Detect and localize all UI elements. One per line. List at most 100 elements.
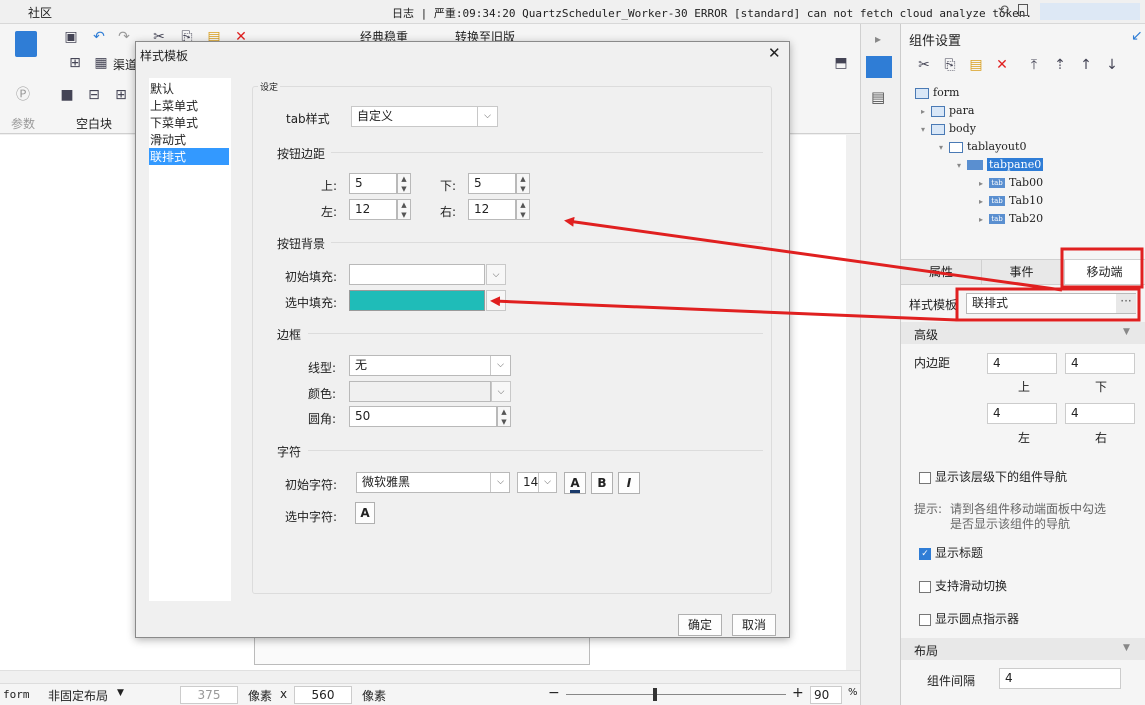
redo-icon[interactable]: ↷: [115, 28, 133, 46]
zoom-input[interactable]: 90: [810, 686, 842, 704]
spacing-input[interactable]: 4: [999, 668, 1121, 689]
app-logo-icon[interactable]: [15, 31, 37, 57]
undo-icon[interactable]: ↶: [90, 28, 108, 46]
tree-node-form[interactable]: form: [915, 84, 959, 101]
ellipsis-icon[interactable]: ···: [1116, 294, 1136, 313]
style-template-field[interactable]: 联排式: [966, 293, 1136, 314]
ok-button[interactable]: 确定: [678, 614, 722, 636]
show-nav-checkbox[interactable]: 显示该层级下的组件导航: [919, 468, 1067, 485]
refresh-icon[interactable]: ⟲: [998, 3, 1009, 18]
param-icon[interactable]: Ⓟ: [14, 86, 32, 104]
expand-arrow-icon[interactable]: ▸: [875, 32, 881, 46]
tree-node-tab10[interactable]: ▸ tab Tab10: [979, 192, 1043, 209]
chevron-down-icon[interactable]: ⌵: [477, 107, 497, 126]
radius-stepper[interactable]: ▲ ▼: [497, 406, 511, 427]
selected-fill-color-input[interactable]: [349, 290, 485, 311]
font-family-select[interactable]: 微软雅黑: [356, 472, 510, 493]
padding-left-input[interactable]: 4: [987, 403, 1057, 424]
chevron-down-icon[interactable]: ⌵: [538, 473, 556, 492]
layout-icon[interactable]: ⊞: [112, 86, 130, 104]
left-margin-stepper[interactable]: ▲ ▼: [397, 199, 411, 220]
padding-bottom-input[interactable]: 4: [1065, 353, 1135, 374]
swipe-checkbox[interactable]: 支持滑动切换: [919, 577, 1007, 594]
canvas-hscroll[interactable]: [0, 670, 860, 683]
channel-label[interactable]: 渠道: [113, 56, 137, 73]
zoom-slider-thumb[interactable]: [653, 688, 657, 701]
layout-mode-select[interactable]: 非固定布局: [48, 687, 108, 704]
tree-node-body[interactable]: ▾ body: [921, 120, 976, 137]
user-avatar[interactable]: [1040, 3, 1140, 20]
font-color-button[interactable]: A: [564, 472, 586, 494]
panel-delete-icon[interactable]: ✕: [993, 56, 1011, 74]
pin-icon[interactable]: ⬒: [832, 54, 850, 72]
collapse-icon[interactable]: ▼: [1123, 327, 1130, 337]
radius-input[interactable]: 50: [349, 406, 497, 427]
table-icon[interactable]: ▦: [92, 54, 110, 72]
top-margin-input[interactable]: 5: [349, 173, 397, 194]
save-icon[interactable]: ▣: [62, 28, 80, 46]
padding-top-input[interactable]: 4: [987, 353, 1057, 374]
tree-node-para[interactable]: ▸ para: [921, 102, 974, 119]
tree-node-tab00[interactable]: ▸ tab Tab00: [979, 174, 1043, 191]
show-title-checkbox[interactable]: ✓ 显示标题: [919, 544, 983, 561]
tab-style-select[interactable]: 自定义: [351, 106, 498, 127]
chevron-down-icon[interactable]: ⌵: [490, 356, 510, 375]
move-up-icon[interactable]: ↑: [1077, 56, 1095, 74]
top-margin-stepper[interactable]: ▲ ▼: [397, 173, 411, 194]
zoom-out-icon[interactable]: −: [548, 685, 560, 701]
width-input[interactable]: 375: [180, 686, 238, 704]
move-down-icon[interactable]: ↓: [1103, 56, 1121, 74]
border-color-input[interactable]: [349, 381, 491, 402]
community-link[interactable]: 社区: [28, 4, 52, 21]
tab-properties[interactable]: 属性: [901, 260, 981, 284]
chevron-down-icon[interactable]: ⌵: [486, 290, 506, 311]
tree-node-tabpane0[interactable]: ▾ tabpane0: [957, 156, 1044, 173]
chevron-down-icon[interactable]: ⌵: [486, 264, 506, 285]
chevron-down-icon[interactable]: ⌵: [491, 381, 511, 402]
move-top-icon[interactable]: ⤒: [1025, 56, 1043, 74]
cancel-button[interactable]: 取消: [732, 614, 776, 636]
bottom-margin-input[interactable]: 5: [468, 173, 516, 194]
height-input[interactable]: 560: [294, 686, 352, 704]
component-settings-tab-icon[interactable]: [866, 56, 892, 78]
zoom-in-icon[interactable]: +: [792, 685, 804, 701]
chevron-down-icon[interactable]: ⌵: [490, 473, 510, 492]
list-item-sliding[interactable]: 滑动式: [150, 131, 186, 148]
pin-panel-icon[interactable]: ↙: [1131, 28, 1143, 44]
tab-events[interactable]: 事件: [981, 260, 1061, 284]
right-margin-input[interactable]: 12: [468, 199, 516, 220]
grid-icon[interactable]: ⊞: [66, 54, 84, 72]
split-icon[interactable]: ⊟: [85, 86, 103, 104]
panel-paste-icon[interactable]: ▤: [967, 56, 985, 74]
layout-panel-icon[interactable]: ▤: [871, 88, 885, 106]
advanced-section-header[interactable]: 高级 ▼: [901, 322, 1145, 344]
tree-node-tab20[interactable]: ▸ tab Tab20: [979, 210, 1043, 227]
line-type-select[interactable]: 无: [349, 355, 511, 376]
italic-button[interactable]: I: [618, 472, 640, 494]
tree-node-tablayout0[interactable]: ▾ tablayout0: [939, 138, 1026, 155]
dots-indicator-checkbox[interactable]: 显示圆点指示器: [919, 610, 1019, 627]
zoom-slider-track[interactable]: [566, 694, 786, 695]
chevron-down-icon[interactable]: ▼: [117, 688, 124, 698]
list-item-top-menu[interactable]: 上菜单式: [150, 97, 198, 114]
collapse-icon[interactable]: ▼: [1123, 643, 1130, 653]
selected-font-color-button[interactable]: A: [355, 502, 375, 524]
panel-copy-icon[interactable]: ⎘: [941, 56, 959, 74]
layout-section-header[interactable]: 布局 ▼: [901, 638, 1145, 660]
left-margin-input[interactable]: 12: [349, 199, 397, 220]
bold-button[interactable]: B: [591, 472, 613, 494]
list-item-row-style[interactable]: 联排式: [149, 148, 229, 165]
close-icon[interactable]: ✕: [768, 44, 781, 62]
panel-cut-icon[interactable]: ✂: [915, 56, 933, 74]
bottom-margin-stepper[interactable]: ▲ ▼: [516, 173, 530, 194]
right-margin-stepper[interactable]: ▲ ▼: [516, 199, 530, 220]
window-icon[interactable]: [1018, 4, 1028, 16]
block-icon[interactable]: ■: [58, 86, 76, 104]
init-fill-color-input[interactable]: [349, 264, 485, 285]
canvas-vscroll[interactable]: [846, 135, 860, 670]
move-up-fast-icon[interactable]: ⇡: [1051, 56, 1069, 74]
list-item-default[interactable]: 默认: [150, 80, 174, 97]
tab-mobile[interactable]: 移动端: [1064, 260, 1144, 284]
list-item-bottom-menu[interactable]: 下菜单式: [150, 114, 198, 131]
padding-right-input[interactable]: 4: [1065, 403, 1135, 424]
